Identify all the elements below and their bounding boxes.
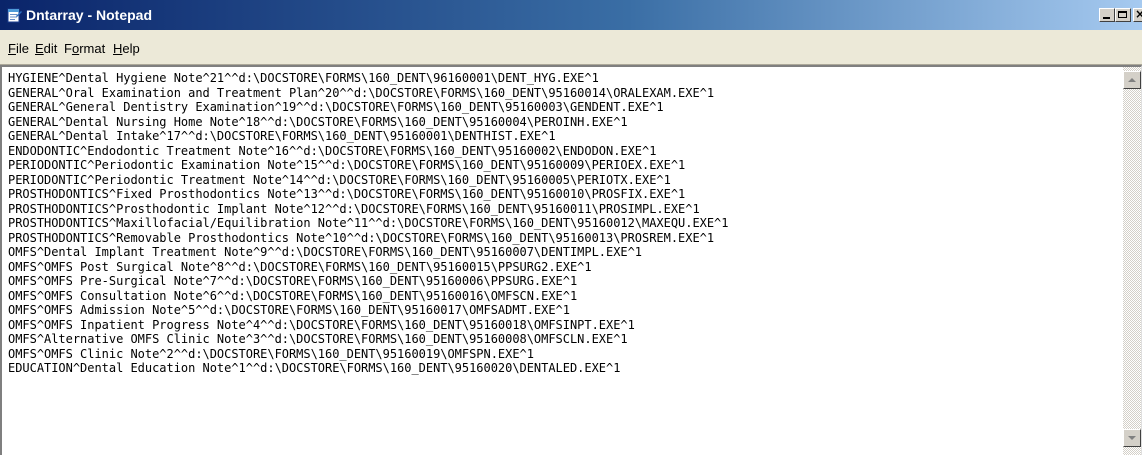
text-editor[interactable]: HYGIENE^Dental Hygiene Note^21^^d:\DOCST…: [0, 65, 1142, 455]
text-line: PROSTHODONTICS^Removable Prosthodontics …: [8, 230, 715, 245]
text-line: OMFS^Dental Implant Treatment Note^9^^d:…: [8, 245, 643, 259]
vertical-scrollbar[interactable]: [1123, 67, 1141, 455]
text-line: OMFS^OMFS Inpatient Progress Note^4^^d:\…: [8, 317, 635, 332]
scroll-up-button[interactable]: [1123, 71, 1141, 89]
text-line: OMFS^Alternative OMFS Clinic Note^3^^d:\…: [8, 332, 628, 346]
menu-edit-mnemonic: E: [35, 41, 44, 56]
menu-help-mnemonic: H: [113, 41, 123, 56]
notepad-icon: [7, 8, 22, 23]
minimize-icon: [1103, 17, 1110, 19]
window-title: Dntarray - Notepad: [26, 7, 153, 23]
minimize-button[interactable]: [1099, 8, 1115, 22]
text-line: GENERAL^Dental Intake^17^^d:\DOCSTORE\FO…: [8, 129, 556, 143]
text-line: OMFS^OMFS Pre-Surgical Note^7^^d:\DOCSTO…: [8, 274, 578, 288]
text-line: HYGIENE^Dental Hygiene Note^21^^d:\DOCST…: [8, 71, 599, 85]
text-line: OMFS^OMFS Post Surgical Note^8^^d:\DOCST…: [8, 259, 592, 274]
text-line: OMFS^OMFS Admission Note^5^^d:\DOCSTORE\…: [8, 303, 570, 317]
text-line: PROSTHODONTICS^Prosthodontic Implant Not…: [8, 201, 700, 216]
text-line: PERIODONTIC^Periodontic Treatment Note^1…: [8, 172, 671, 187]
maximize-button[interactable]: [1115, 8, 1131, 22]
maximize-icon: [1118, 11, 1127, 18]
scroll-down-arrow-icon: [1128, 436, 1136, 440]
scroll-up-arrow-icon: [1128, 78, 1136, 82]
text-line: PROSTHODONTICS^Fixed Prosthodontics Note…: [8, 187, 686, 201]
text-line: OMFS^OMFS Consultation Note^6^^d:\DOCSTO…: [8, 288, 578, 303]
close-icon: ×: [1135, 9, 1142, 20]
menu-format[interactable]: Format: [64, 41, 105, 57]
text-line: GENERAL^General Dentistry Examination^19…: [8, 100, 664, 114]
title-bar[interactable]: Dntarray - Notepad ×: [0, 0, 1142, 30]
text-line: EDUCATION^Dental Education Note^1^^d:\DO…: [8, 361, 621, 375]
menu-file[interactable]: File: [8, 41, 29, 57]
menu-edit-label: dit: [43, 41, 58, 56]
menu-help-label: elp: [122, 41, 140, 56]
text-line: GENERAL^Oral Examination and Treatment P…: [8, 85, 715, 100]
text-line: OMFS^OMFS Clinic Note^2^^d:\DOCSTORE\FOR…: [8, 346, 534, 361]
menu-file-label: ile: [15, 41, 29, 56]
text-content[interactable]: HYGIENE^Dental Hygiene Note^21^^d:\DOCST…: [8, 71, 1118, 451]
menu-format-prefix: F: [64, 41, 72, 56]
scroll-down-button[interactable]: [1123, 429, 1141, 447]
text-line: PERIODONTIC^Periodontic Examination Note…: [8, 158, 686, 172]
notepad-window: Dntarray - Notepad × File Edit Format He…: [0, 0, 1142, 455]
text-line: PROSTHODONTICS^Maxillofacial/Equilibrati…: [8, 216, 729, 230]
menu-file-mnemonic: F: [8, 41, 16, 56]
menu-bar: File Edit Format Help: [0, 30, 1142, 65]
text-line: GENERAL^Dental Nursing Home Note^18^^d:\…: [8, 114, 628, 129]
close-button[interactable]: ×: [1133, 8, 1142, 22]
text-line: ENDODONTIC^Endodontic Treatment Note^16^…: [8, 143, 657, 158]
menu-help[interactable]: Help: [113, 41, 140, 57]
menu-format-label: rmat: [79, 41, 106, 56]
menu-edit[interactable]: Edit: [35, 41, 57, 57]
